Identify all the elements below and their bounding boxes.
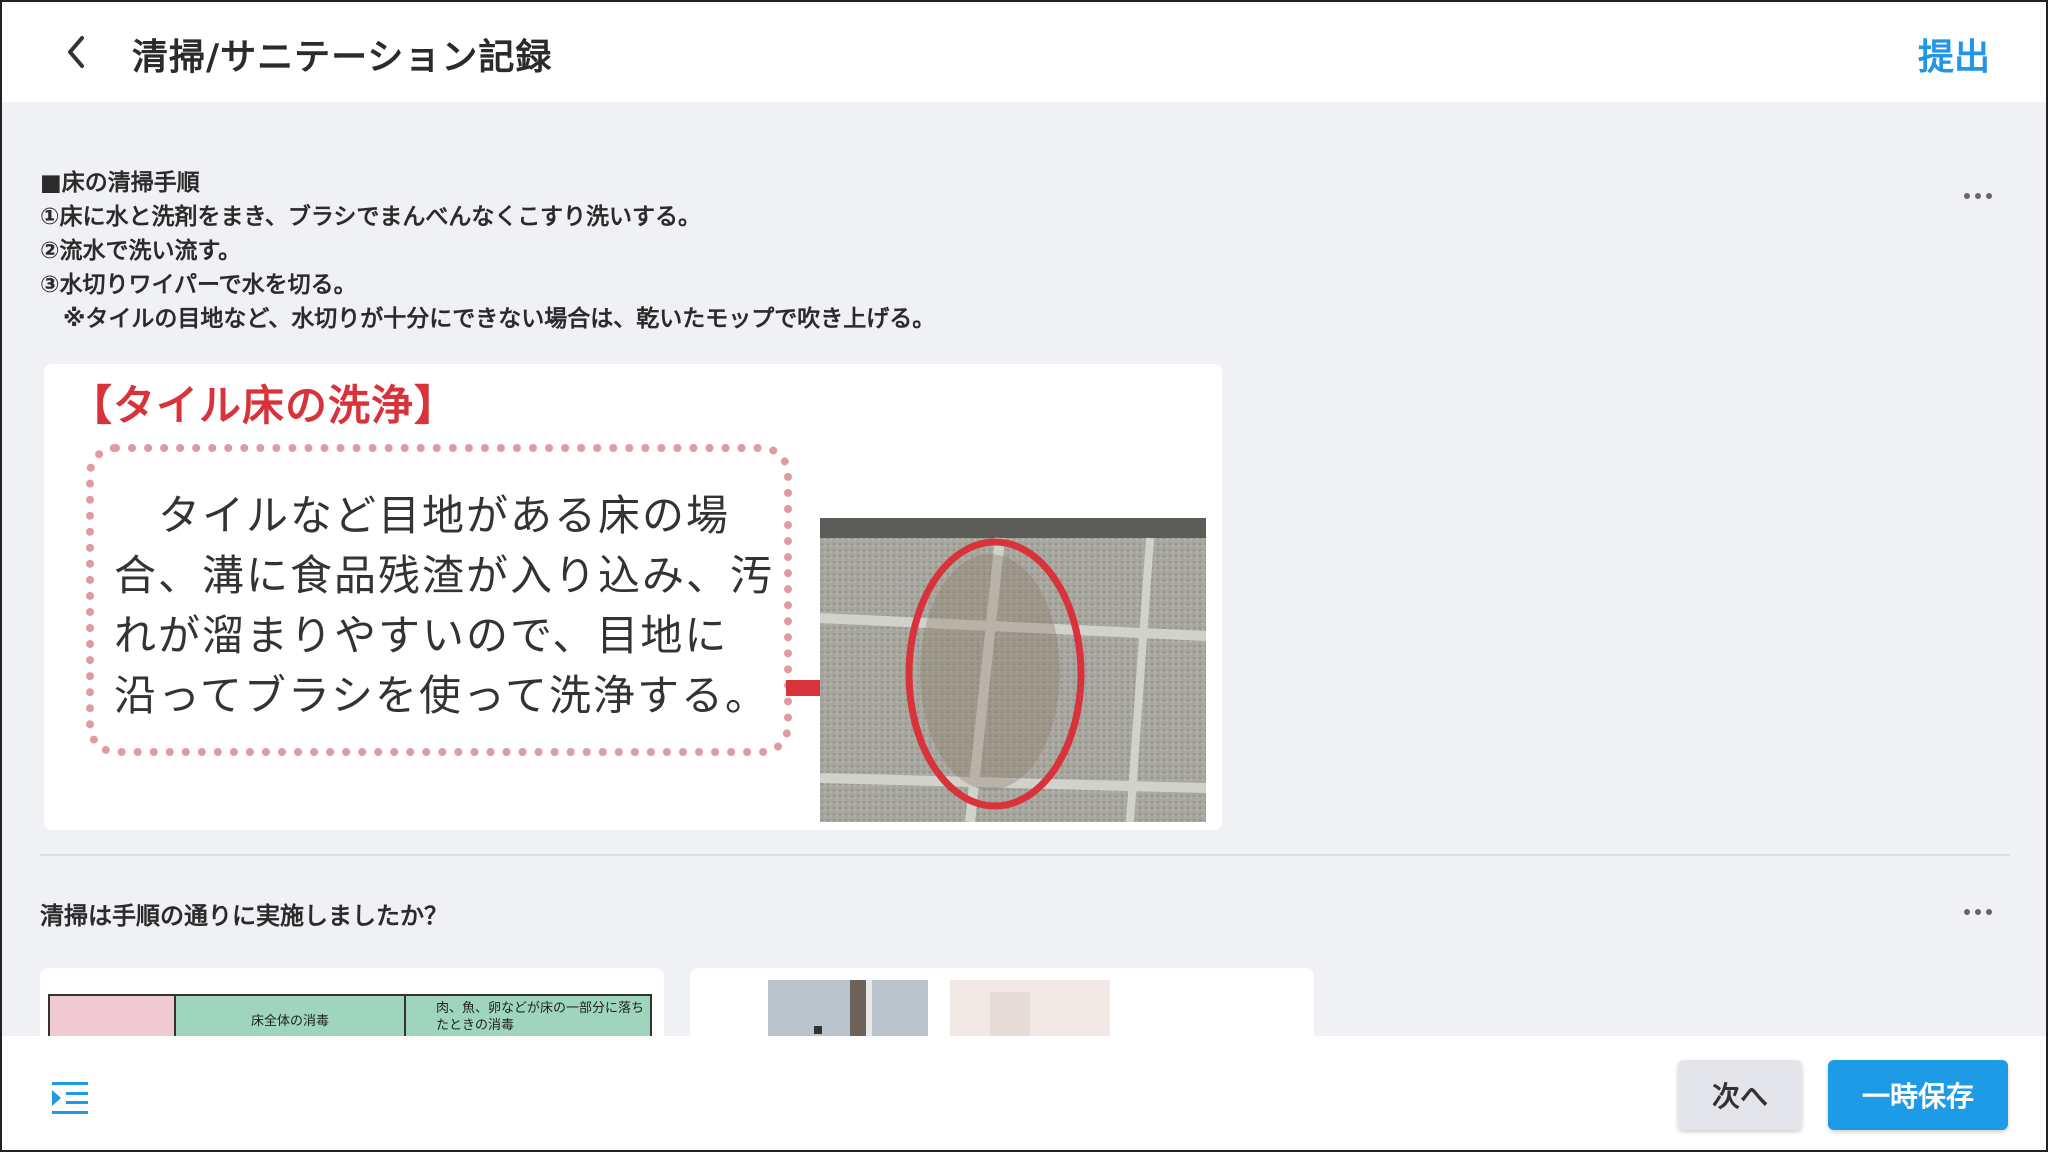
more-dot-icon [1964, 193, 1970, 199]
more-dot-icon [1986, 909, 1992, 915]
table-cell [50, 996, 176, 1036]
form-content[interactable]: ■床の清掃手順 ①床に水と洗剤をまき、ブラシでまんべんなくこすり洗いする。 ②流… [2, 102, 2046, 1036]
more-dot-icon [1975, 193, 1981, 199]
indent-list-icon [52, 1082, 88, 1114]
more-dot-icon [1975, 909, 1981, 915]
illustration-heading: 【タイル床の洗浄】 [70, 381, 458, 430]
step2-question: 清掃は手順の通りに実施しましたか？ [40, 902, 448, 930]
footer-bar: 次へ 一時保存 [2, 1036, 2046, 1150]
disinfection-table-image[interactable]: 床全体の消毒 肉、魚、卵などが床の一部分に落ちたときの消毒 [40, 968, 664, 1036]
chevron-left-icon [68, 36, 84, 68]
glass-door-icon [768, 980, 1110, 1036]
disinfection-table: 床全体の消毒 肉、魚、卵などが床の一部分に落ちたときの消毒 [48, 994, 652, 1036]
next-button[interactable]: 次へ [1678, 1060, 1802, 1130]
facility-photo[interactable] [690, 968, 1314, 1036]
page-title: 清掃/サニテーション記録 [132, 37, 553, 78]
tile-floor-photo [820, 518, 1206, 822]
tile-grid-icon [820, 518, 1206, 822]
step2-more-button[interactable] [1958, 900, 1998, 924]
illustration-text-line: タイルなど目地がある床の場 [114, 491, 731, 540]
app-frame: 清掃/サニテーション記録 提出 ■床の清掃手順 ①床に水と洗剤をまき、ブラシでま… [0, 0, 2048, 1152]
step1-more-button[interactable] [1958, 184, 1998, 208]
illustration-text-line: 沿ってブラシを使って洗浄する。 [114, 671, 769, 720]
header-bar: 清掃/サニテーション記録 提出 [2, 2, 2046, 102]
submit-button[interactable]: 提出 [1918, 28, 1990, 80]
tile-floor-illustration[interactable]: 【タイル床の洗浄】 タイルなど目地がある床の場 合、溝に食品残渣が入り込み、汚 … [44, 364, 1222, 830]
instruction-line: ③水切りワイパーで水を切る。 [40, 272, 357, 298]
instruction-line: ①床に水と洗剤をまき、ブラシでまんべんなくこすり洗いする。 [40, 204, 701, 230]
illustration-text-line: れが溜まりやすいので、目地に [114, 611, 729, 660]
outline-button[interactable] [52, 1080, 92, 1116]
table-cell: 床全体の消毒 [176, 996, 406, 1036]
instruction-line: ※タイルの目地など、水切りが十分にできない場合は、乾いたモップで吹き上げる。 [40, 306, 936, 332]
more-dot-icon [1986, 193, 1992, 199]
temporary-save-button[interactable]: 一時保存 [1828, 1060, 2008, 1130]
instruction-line: ■床の清掃手順 [40, 170, 200, 196]
step1-instruction: ■床の清掃手順 ①床に水と洗剤をまき、ブラシでまんべんなくこすり洗いする。 ②流… [40, 166, 1940, 336]
table-cell: 肉、魚、卵などが床の一部分に落ちたときの消毒 [406, 996, 650, 1036]
illustration-text-line: 合、溝に食品残渣が入り込み、汚 [114, 551, 775, 600]
instruction-line: ②流水で洗い流す。 [40, 238, 242, 264]
more-dot-icon [1964, 909, 1970, 915]
back-button[interactable] [54, 30, 98, 74]
section-divider [40, 854, 2010, 856]
